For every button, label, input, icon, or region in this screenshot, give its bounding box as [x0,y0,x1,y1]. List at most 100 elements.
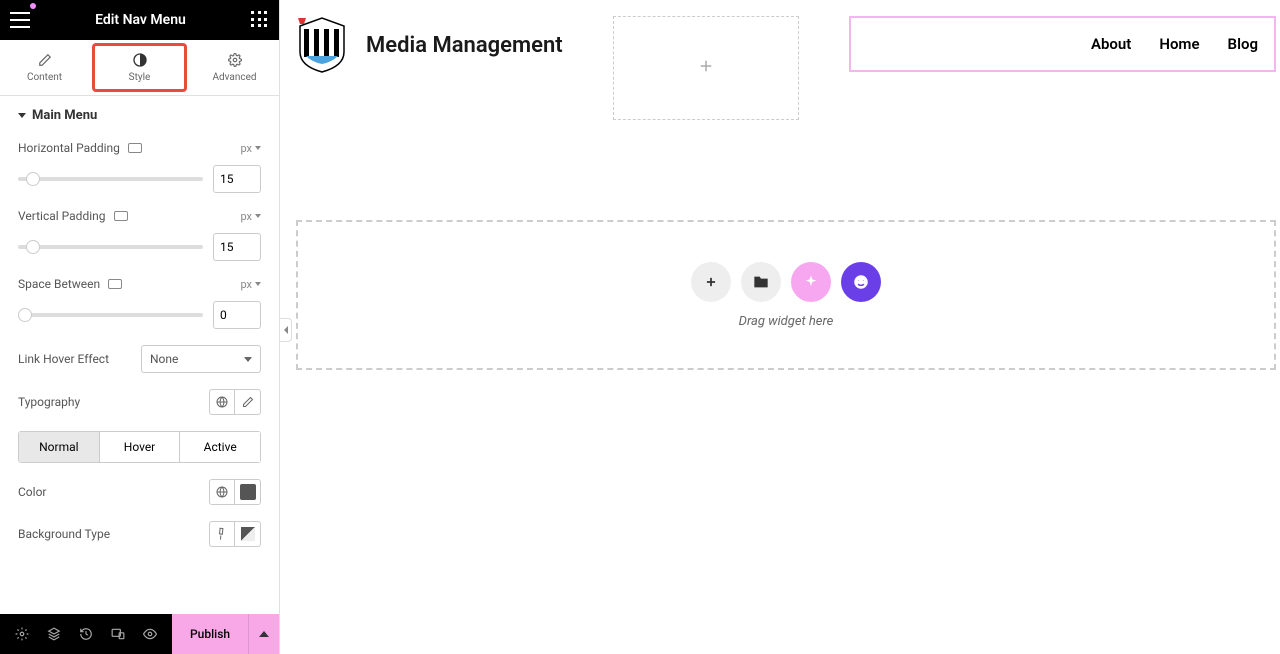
bottom-toolbar: Publish [0,614,279,654]
slider-thumb[interactable] [26,240,40,254]
sidebar-header: Edit Nav Menu [0,0,279,40]
space-between-slider-row [18,301,261,329]
pencil-icon [242,396,254,408]
edit-typography-button[interactable] [235,389,261,415]
chevron-up-icon [259,631,269,637]
notification-dot [30,3,36,9]
vertical-padding-slider-row [18,233,261,261]
sparkle-icon [803,274,819,290]
empty-widget-placeholder[interactable] [613,16,799,120]
global-typography-button[interactable] [209,389,235,415]
link-hover-label: Link Hover Effect [18,352,109,366]
tab-content-label: Content [27,72,62,83]
color-label: Color [18,485,46,499]
drop-zone[interactable]: Drag widget here [296,220,1276,370]
style-controls: Horizontal Padding px Vertical Padding p… [0,135,279,614]
history-icon[interactable] [78,626,94,642]
bg-type-row: Background Type [18,521,261,547]
tab-content[interactable]: Content [0,40,89,95]
chevron-down-icon [255,282,261,286]
add-template-button[interactable] [741,262,781,302]
responsive-icon[interactable] [110,626,126,642]
contrast-icon [132,52,148,68]
link-hover-row: Link Hover Effect None [18,345,261,373]
desktop-icon[interactable] [128,143,142,153]
tab-advanced-label: Advanced [212,72,256,83]
horizontal-padding-label: Horizontal Padding [18,141,120,155]
vertical-padding-label: Vertical Padding [18,209,106,223]
folder-icon [753,274,769,290]
space-between-slider[interactable] [18,313,203,317]
brush-icon [213,524,232,543]
sidebar-title: Edit Nav Menu [95,12,186,28]
color-picker-button[interactable] [235,479,261,505]
state-tab-normal[interactable]: Normal [19,432,100,462]
unit-selector[interactable]: px [240,142,261,155]
global-button[interactable] [841,262,881,302]
color-swatch-icon [240,484,256,500]
publish-options-button[interactable] [248,614,279,654]
nav-link-blog[interactable]: Blog [1228,35,1258,53]
editor-tabs: Content Style Advanced [0,40,279,96]
state-tabs: Normal Hover Active [18,431,261,463]
bg-type-label: Background Type [18,527,110,541]
sidebar-collapse-handle[interactable] [280,318,292,342]
horizontal-padding-slider-row [18,165,261,193]
preview-icon[interactable] [142,626,158,642]
tab-advanced[interactable]: Advanced [190,40,279,95]
nav-menu-widget[interactable]: About Home Blog [849,16,1276,72]
typography-label: Typography [18,395,80,409]
ai-button[interactable] [791,262,831,302]
vertical-padding-slider[interactable] [18,245,203,249]
add-widget-button[interactable] [691,262,731,302]
unit-selector[interactable]: px [240,210,261,223]
unit-selector[interactable]: px [240,278,261,291]
site-logo[interactable] [296,16,348,74]
bg-gradient-button[interactable] [235,521,261,547]
link-hover-select[interactable]: None [141,345,261,373]
plus-icon [697,56,715,80]
chevron-down-icon [255,146,261,150]
globe-icon [216,396,228,408]
widget-grid-icon[interactable] [251,11,269,29]
header-section: Media Management About Home Blog [296,16,1276,120]
section-main-menu[interactable]: Main Menu [0,96,279,135]
slider-thumb[interactable] [18,308,32,322]
chevron-left-icon [284,326,288,334]
bg-classic-button[interactable] [209,521,235,547]
tab-style[interactable]: Style [92,43,187,92]
smiley-globe-icon [852,273,870,291]
chevron-down-icon [244,357,252,362]
drop-zone-icons [691,262,881,302]
chevron-down-icon [18,113,26,118]
vertical-padding-row: Vertical Padding px [18,209,261,223]
horizontal-padding-row: Horizontal Padding px [18,141,261,155]
space-between-input[interactable] [213,301,261,329]
desktop-icon[interactable] [108,279,122,289]
state-tab-hover[interactable]: Hover [100,432,181,462]
settings-icon[interactable] [14,626,30,642]
space-between-label: Space Between [18,277,100,291]
editor-canvas: Media Management About Home Blog [280,0,1280,654]
vertical-padding-input[interactable] [213,233,261,261]
navigator-icon[interactable] [46,626,62,642]
publish-button[interactable]: Publish [172,614,248,654]
gear-icon [227,52,243,68]
hamburger-menu-icon[interactable] [10,12,30,28]
site-title[interactable]: Media Management [366,33,563,58]
globe-icon [216,486,228,498]
horizontal-padding-input[interactable] [213,165,261,193]
gradient-icon [241,527,255,541]
global-color-button[interactable] [209,479,235,505]
nav-link-about[interactable]: About [1091,35,1131,53]
logo-block: Media Management [296,16,563,74]
slider-thumb[interactable] [26,172,40,186]
state-tab-active[interactable]: Active [180,432,260,462]
nav-link-home[interactable]: Home [1159,35,1199,53]
editor-sidebar: Edit Nav Menu Content Style Advanced [0,0,280,654]
desktop-icon[interactable] [114,211,128,221]
typography-row: Typography [18,389,261,415]
drop-zone-text: Drag widget here [739,314,834,329]
tab-style-label: Style [129,72,151,83]
horizontal-padding-slider[interactable] [18,177,203,181]
